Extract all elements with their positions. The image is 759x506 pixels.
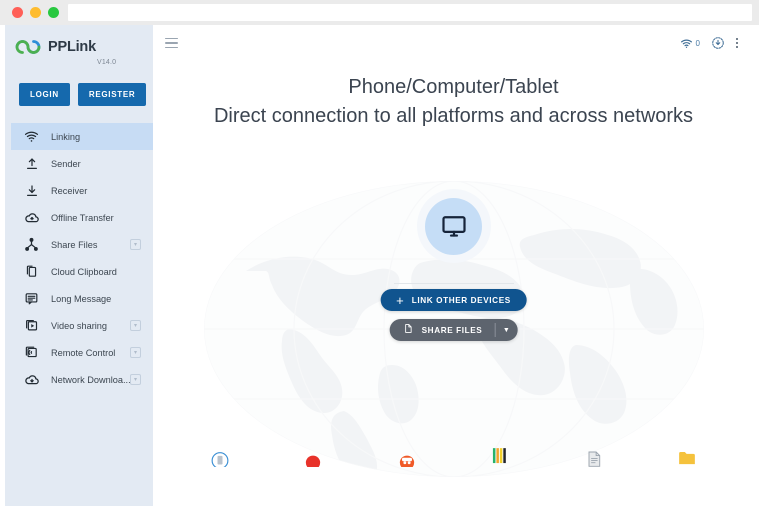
- sidebar-item-receiver[interactable]: Receiver: [11, 177, 153, 204]
- brand-name: PPLink: [48, 39, 96, 55]
- brand-version: V14.0: [96, 59, 117, 66]
- sidebar-item-label: Long Message: [51, 293, 112, 304]
- sidebar-item-offline-transfer[interactable]: Offline Transfer: [11, 204, 153, 231]
- sidebar-item-label: Linking: [51, 131, 81, 142]
- chevron-down-icon[interactable]: ▾: [130, 374, 141, 385]
- chevron-down-icon[interactable]: ▾: [130, 347, 141, 358]
- message-lines-icon: [23, 290, 40, 307]
- chevron-down-icon[interactable]: ▾: [130, 320, 141, 331]
- sidebar-item-label: Network Downloa...: [51, 374, 131, 385]
- share-files-main[interactable]: SHARE FILES: [390, 319, 495, 341]
- sidebar-item-network-download[interactable]: Network Downloa... ▾: [11, 366, 153, 393]
- sidebar-item-linking[interactable]: Linking: [11, 123, 153, 150]
- brand-header: PPLink V14.0: [5, 25, 153, 69]
- blue-book-app-icon[interactable]: [206, 445, 234, 467]
- connection-stage: + LINK OTHER DEVICES SHARE FILES ▼: [153, 137, 754, 477]
- share-nodes-icon: [23, 236, 40, 253]
- wifi-count: 0: [695, 38, 700, 48]
- color-bars-app-icon[interactable]: [486, 445, 514, 467]
- video-play-icon: [23, 317, 40, 334]
- share-files-label: SHARE FILES: [421, 325, 483, 335]
- sidebar-nav: Linking Sender Receiver Offline Transfer…: [5, 123, 153, 393]
- sidebar-item-label: Video sharing: [51, 320, 108, 331]
- local-device-avatar: [416, 189, 491, 263]
- red-circle-app-icon[interactable]: [299, 445, 327, 467]
- cloud-download-icon: [23, 371, 40, 388]
- sidebar-item-sender[interactable]: Sender: [11, 150, 153, 177]
- sidebar-item-share-files[interactable]: Share Files ▾: [11, 231, 153, 258]
- auth-buttons: LOGIN REGISTER: [5, 69, 153, 106]
- hamburger-icon[interactable]: [165, 37, 178, 49]
- plus-icon: +: [396, 292, 404, 308]
- monitor-icon: [441, 216, 466, 237]
- sidebar-item-label: Offline Transfer: [51, 212, 114, 223]
- wifi-icon: [23, 128, 40, 145]
- divider: [393, 283, 514, 284]
- cloud-icon: [23, 209, 40, 226]
- sidebar-item-label: Share Files: [51, 239, 98, 250]
- share-files-button[interactable]: SHARE FILES ▼: [389, 319, 518, 341]
- headline-line-1: Phone/Computer/Tablet: [348, 76, 559, 98]
- chevron-down-icon[interactable]: ▾: [130, 239, 141, 250]
- sidebar-item-label: Sender: [51, 158, 81, 169]
- sidebar-item-label: Remote Control: [51, 347, 116, 358]
- upload-icon: [23, 155, 40, 172]
- close-window-button[interactable]: [12, 7, 23, 18]
- register-button[interactable]: REGISTER: [77, 83, 147, 106]
- link-other-devices-label: LINK OTHER DEVICES: [411, 295, 511, 305]
- link-other-devices-button[interactable]: + LINK OTHER DEVICES: [380, 289, 527, 311]
- kebab-menu-icon[interactable]: [736, 38, 738, 48]
- download-icon: [23, 182, 40, 199]
- orange-face-app-icon[interactable]: [393, 445, 421, 467]
- app-window: PPLink V14.0 LOGIN REGISTER Linking Send…: [0, 25, 759, 506]
- pplink-logo-icon: [15, 40, 41, 54]
- sidebar-item-label: Receiver: [51, 185, 88, 196]
- top-bar: 0: [153, 25, 754, 61]
- url-bar[interactable]: [68, 4, 752, 21]
- maximize-window-button[interactable]: [48, 7, 59, 18]
- login-button[interactable]: LOGIN: [19, 83, 70, 106]
- minimize-window-button[interactable]: [30, 7, 41, 18]
- action-buttons: + LINK OTHER DEVICES SHARE FILES ▼: [380, 289, 527, 341]
- app-shortcut-strip: [153, 443, 754, 467]
- sidebar-item-label: Cloud Clipboard: [51, 266, 117, 277]
- device-circle: [425, 197, 482, 255]
- browser-chrome: [0, 0, 759, 25]
- traffic-lights: [12, 7, 59, 18]
- yellow-folder-app-icon[interactable]: [673, 445, 701, 467]
- gray-document-app-icon[interactable]: [580, 445, 608, 467]
- wifi-icon: [680, 39, 692, 48]
- download-circle-icon[interactable]: [711, 36, 725, 50]
- page-headline: Phone/Computer/Tablet Direct connection …: [153, 73, 754, 131]
- sidebar-item-long-message[interactable]: Long Message: [11, 285, 153, 312]
- sidebar-item-cloud-clipboard[interactable]: Cloud Clipboard: [11, 258, 153, 285]
- file-icon: [403, 321, 414, 339]
- main-content: 0 Phone/Computer/Tablet Direct connectio…: [153, 25, 754, 506]
- top-bar-actions: 0: [680, 36, 738, 50]
- chevron-down-icon[interactable]: ▼: [495, 319, 517, 341]
- remote-cast-icon: [23, 344, 40, 361]
- sidebar-item-remote-control[interactable]: Remote Control ▾: [11, 339, 153, 366]
- sidebar: PPLink V14.0 LOGIN REGISTER Linking Send…: [5, 25, 153, 506]
- clipboard-copy-icon: [23, 263, 40, 280]
- wifi-status[interactable]: 0: [680, 37, 700, 50]
- headline-line-2: Direct connection to all platforms and a…: [213, 105, 694, 127]
- sidebar-item-video-sharing[interactable]: Video sharing ▾: [11, 312, 153, 339]
